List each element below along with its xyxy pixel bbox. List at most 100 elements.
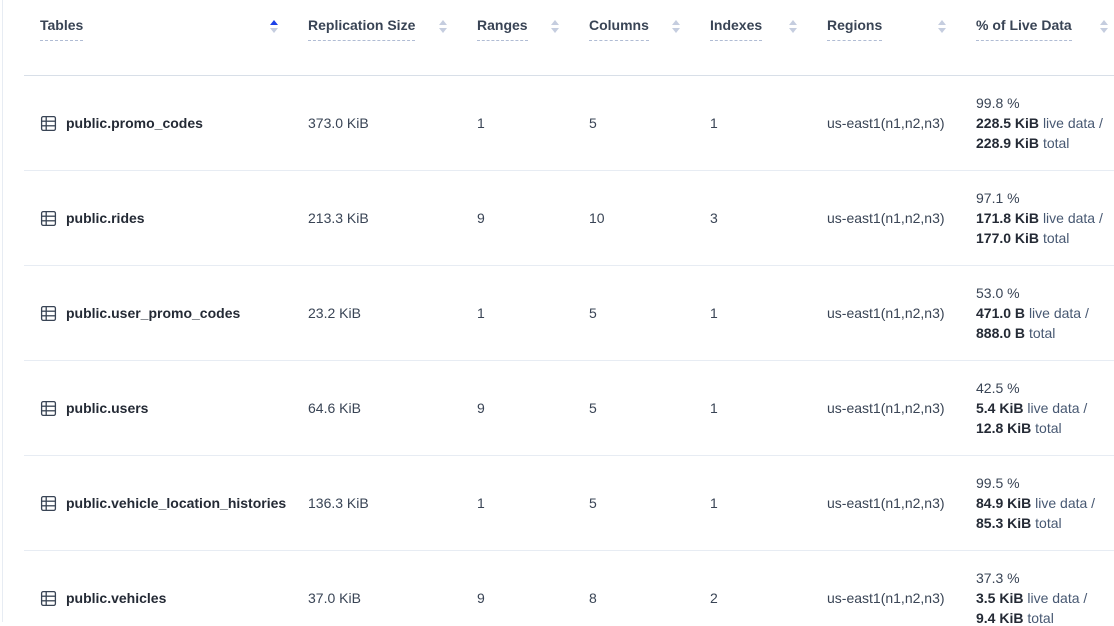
table-name-link[interactable]: public.vehicle_location_histories	[66, 495, 286, 511]
column-header-indexes-label[interactable]: Indexes	[710, 17, 762, 41]
live-data-line: 171.8 KiB live data /	[976, 208, 1104, 228]
table-row[interactable]: public.users 64.6 KiB 9 5 1 us-east1(n1,…	[24, 361, 1114, 456]
ranges-cell: 9	[477, 171, 589, 266]
live-data-line: 3.5 KiB live data /	[976, 588, 1104, 608]
table-name-link[interactable]: public.users	[66, 400, 148, 416]
table-name-link[interactable]: public.user_promo_codes	[66, 305, 240, 321]
indexes-cell: 1	[710, 76, 827, 171]
sort-carets-icon[interactable]	[672, 20, 680, 33]
table-grid-icon	[40, 115, 57, 132]
column-header-live-data-label[interactable]: % of Live Data	[976, 17, 1072, 41]
replication-size-cell: 136.3 KiB	[308, 456, 477, 551]
column-header-ranges[interactable]: Ranges	[477, 0, 589, 76]
regions-cell: us-east1(n1,n2,n3)	[827, 456, 976, 551]
ranges-cell: 1	[477, 76, 589, 171]
live-data-line: 228.5 KiB live data /	[976, 113, 1104, 133]
column-header-replication-size-label[interactable]: Replication Size	[308, 17, 415, 41]
table-row[interactable]: public.vehicle_location_histories 136.3 …	[24, 456, 1114, 551]
table-row[interactable]: public.vehicles 37.0 KiB 9 8 2 us-east1(…	[24, 551, 1114, 626]
header-row: Tables Replication Size Ranges	[24, 0, 1114, 76]
regions-cell: us-east1(n1,n2,n3)	[827, 76, 976, 171]
replication-size-cell: 23.2 KiB	[308, 266, 477, 361]
column-header-ranges-label[interactable]: Ranges	[477, 17, 528, 41]
live-data-cell: 99.8 % 228.5 KiB live data / 228.9 KiB t…	[976, 76, 1114, 171]
table-row[interactable]: public.user_promo_codes 23.2 KiB 1 5 1 u…	[24, 266, 1114, 361]
indexes-cell: 2	[710, 551, 827, 626]
live-data-cell: 42.5 % 5.4 KiB live data / 12.8 KiB tota…	[976, 361, 1114, 456]
indexes-cell: 1	[710, 266, 827, 361]
replication-size-cell: 37.0 KiB	[308, 551, 477, 626]
column-header-columns-label[interactable]: Columns	[589, 17, 649, 41]
columns-cell: 5	[589, 266, 710, 361]
ranges-cell: 9	[477, 361, 589, 456]
total-data-line: 888.0 B total	[976, 323, 1104, 343]
table-name-cell[interactable]: public.users	[24, 361, 308, 456]
table-name-cell[interactable]: public.vehicles	[24, 551, 308, 626]
live-data-percent: 99.5 %	[976, 473, 1104, 493]
total-data-line: 9.4 KiB total	[976, 608, 1104, 626]
replication-size-cell: 373.0 KiB	[308, 76, 477, 171]
total-data-line: 228.9 KiB total	[976, 133, 1104, 153]
sort-carets-icon[interactable]	[1100, 20, 1108, 33]
columns-cell: 5	[589, 76, 710, 171]
database-tables-table: Tables Replication Size Ranges	[24, 0, 1114, 626]
indexes-cell: 1	[710, 361, 827, 456]
ranges-cell: 1	[477, 266, 589, 361]
ranges-cell: 9	[477, 551, 589, 626]
live-data-percent: 42.5 %	[976, 378, 1104, 398]
sort-carets-icon[interactable]	[439, 20, 447, 33]
total-data-line: 177.0 KiB total	[976, 228, 1104, 248]
table-name-cell[interactable]: public.promo_codes	[24, 76, 308, 171]
column-header-indexes[interactable]: Indexes	[710, 0, 827, 76]
live-data-percent: 99.8 %	[976, 93, 1104, 113]
sort-carets-icon[interactable]	[789, 20, 797, 33]
table-name-cell[interactable]: public.vehicle_location_histories	[24, 456, 308, 551]
live-data-cell: 97.1 % 171.8 KiB live data / 177.0 KiB t…	[976, 171, 1114, 266]
table-name-link[interactable]: public.vehicles	[66, 590, 166, 606]
table-name-cell[interactable]: public.user_promo_codes	[24, 266, 308, 361]
panel-left-border	[2, 0, 3, 622]
table-grid-icon	[40, 495, 57, 512]
regions-cell: us-east1(n1,n2,n3)	[827, 551, 976, 626]
table-name-link[interactable]: public.rides	[66, 210, 145, 226]
table-row[interactable]: public.rides 213.3 KiB 9 10 3 us-east1(n…	[24, 171, 1114, 266]
columns-cell: 8	[589, 551, 710, 626]
table-name-cell[interactable]: public.rides	[24, 171, 308, 266]
tables-list-panel: Tables Replication Size Ranges	[0, 0, 1114, 626]
table-body: public.promo_codes 373.0 KiB 1 5 1 us-ea…	[24, 76, 1114, 626]
table-grid-icon	[40, 590, 57, 607]
regions-cell: us-east1(n1,n2,n3)	[827, 361, 976, 456]
indexes-cell: 3	[710, 171, 827, 266]
live-data-line: 84.9 KiB live data /	[976, 493, 1104, 513]
total-data-line: 85.3 KiB total	[976, 513, 1104, 533]
columns-cell: 5	[589, 361, 710, 456]
table-grid-icon	[40, 400, 57, 417]
regions-cell: us-east1(n1,n2,n3)	[827, 171, 976, 266]
replication-size-cell: 213.3 KiB	[308, 171, 477, 266]
live-data-percent: 97.1 %	[976, 188, 1104, 208]
live-data-line: 5.4 KiB live data /	[976, 398, 1104, 418]
ranges-cell: 1	[477, 456, 589, 551]
total-data-line: 12.8 KiB total	[976, 418, 1104, 438]
table-row[interactable]: public.promo_codes 373.0 KiB 1 5 1 us-ea…	[24, 76, 1114, 171]
column-header-replication-size[interactable]: Replication Size	[308, 0, 477, 76]
sort-carets-icon[interactable]	[551, 20, 559, 33]
column-header-tables-label[interactable]: Tables	[40, 17, 83, 41]
live-data-cell: 53.0 % 471.0 B live data / 888.0 B total	[976, 266, 1114, 361]
column-header-tables[interactable]: Tables	[24, 0, 308, 76]
column-header-columns[interactable]: Columns	[589, 0, 710, 76]
replication-size-cell: 64.6 KiB	[308, 361, 477, 456]
table-grid-icon	[40, 305, 57, 322]
live-data-percent: 53.0 %	[976, 283, 1104, 303]
regions-cell: us-east1(n1,n2,n3)	[827, 266, 976, 361]
columns-cell: 10	[589, 171, 710, 266]
live-data-cell: 99.5 % 84.9 KiB live data / 85.3 KiB tot…	[976, 456, 1114, 551]
column-header-regions[interactable]: Regions	[827, 0, 976, 76]
column-header-live-data[interactable]: % of Live Data	[976, 0, 1114, 76]
sort-carets-icon[interactable]	[270, 20, 278, 33]
table-name-link[interactable]: public.promo_codes	[66, 115, 203, 131]
sort-carets-icon[interactable]	[938, 20, 946, 33]
column-header-regions-label[interactable]: Regions	[827, 17, 882, 41]
live-data-cell: 37.3 % 3.5 KiB live data / 9.4 KiB total	[976, 551, 1114, 626]
live-data-percent: 37.3 %	[976, 568, 1104, 588]
